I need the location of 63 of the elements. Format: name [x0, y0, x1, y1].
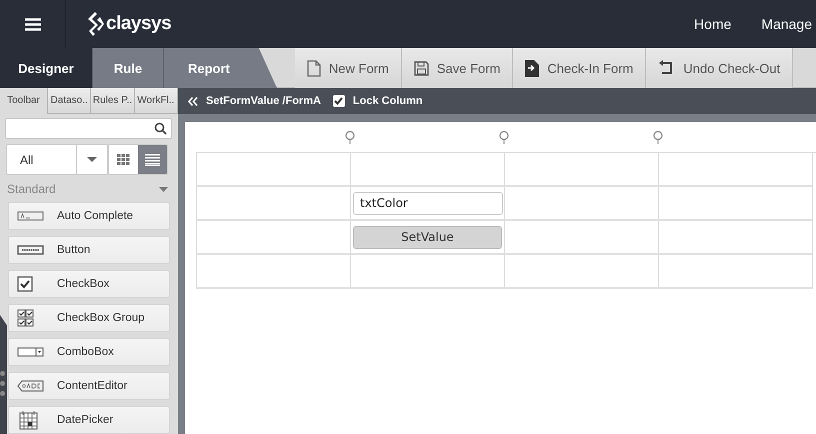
breadcrumb-text: SetFormValue /FormA	[206, 95, 321, 107]
caret-icon	[87, 157, 97, 162]
panel-tab[interactable]: Rules P..	[91, 88, 135, 114]
setvalue-button[interactable]: SetValue	[353, 226, 502, 248]
toolbar-button[interactable]: New Form	[294, 48, 402, 88]
search-field[interactable]	[5, 118, 172, 139]
text-input[interactable]: txtColor	[353, 192, 503, 214]
panel-tab[interactable]: WorkFl..	[134, 88, 178, 114]
logo-text: claysys	[106, 13, 172, 35]
panel-tab[interactable]: Dataso..	[48, 88, 92, 114]
filter-dropdown[interactable]: All	[6, 144, 108, 175]
toolbox-item[interactable]: Button	[8, 236, 170, 264]
menu-icon	[24, 18, 40, 30]
checkbox-group-icon	[17, 309, 34, 327]
document-icon	[306, 60, 321, 76]
toolbox-item[interactable]: ContentEditor	[8, 372, 170, 400]
mode-tab[interactable]: Designer	[0, 48, 93, 88]
grid-cell[interactable]: SetValue	[351, 221, 505, 255]
section-title: Standard	[7, 182, 56, 196]
toolbox-item[interactable]: Auto Complete	[8, 202, 170, 230]
grid-cell[interactable]	[351, 255, 505, 289]
toolbox-item[interactable]: ComboBox	[8, 338, 170, 366]
list-icon	[145, 153, 160, 166]
nav-link[interactable]: Home	[694, 16, 732, 32]
toolbar-button[interactable]: Save Form	[402, 48, 514, 88]
document-arrow-icon	[525, 60, 540, 76]
grid-cell[interactable]	[659, 255, 813, 289]
mode-tab[interactable]: Rule	[93, 48, 164, 88]
grid-cell[interactable]	[505, 255, 659, 289]
toolbar-button[interactable]: Check-In Form	[513, 48, 646, 88]
grid-cell[interactable]	[197, 153, 351, 187]
list-view-button[interactable]	[138, 145, 167, 174]
grid-cell[interactable]: txtColor	[351, 187, 505, 221]
grid-cell[interactable]	[659, 221, 813, 255]
caret-icon[interactable]	[159, 186, 168, 192]
toolbox-item[interactable]: DatePicker	[8, 406, 170, 434]
grid-cell[interactable]	[505, 187, 659, 221]
checkbox-icon	[17, 276, 34, 292]
grid-cell[interactable]	[505, 221, 659, 255]
grid-cell[interactable]	[659, 187, 813, 221]
search-icon	[154, 122, 167, 135]
mode-tab[interactable]: Report	[164, 48, 277, 88]
grid-cell[interactable]	[197, 255, 351, 289]
save-icon	[414, 60, 429, 76]
nav-link[interactable]: Manage	[761, 16, 812, 32]
toolbar-button[interactable]: Undo Check-Out	[646, 48, 794, 88]
grid-cell[interactable]	[351, 153, 505, 187]
toolbox-item[interactable]: CheckBox	[8, 270, 170, 298]
grid-icon	[117, 154, 130, 165]
toolbox-item[interactable]: CheckBox Group	[8, 304, 170, 332]
column-handle-icon[interactable]	[499, 131, 509, 144]
grid-cell[interactable]	[659, 153, 813, 187]
grid-view-button[interactable]	[109, 145, 138, 174]
logo-icon	[86, 11, 104, 37]
column-handle-icon[interactable]	[345, 131, 355, 144]
collapse-icon[interactable]	[188, 96, 198, 106]
checkbox-label: Lock Column	[352, 95, 423, 107]
column-handle-icon[interactable]	[653, 131, 663, 144]
grid-cell[interactable]	[505, 153, 659, 187]
grid-cell[interactable]	[197, 221, 351, 255]
panel-handle[interactable]	[0, 315, 7, 434]
grid-cell[interactable]	[197, 187, 351, 221]
lock-column-checkbox[interactable]	[332, 95, 345, 107]
